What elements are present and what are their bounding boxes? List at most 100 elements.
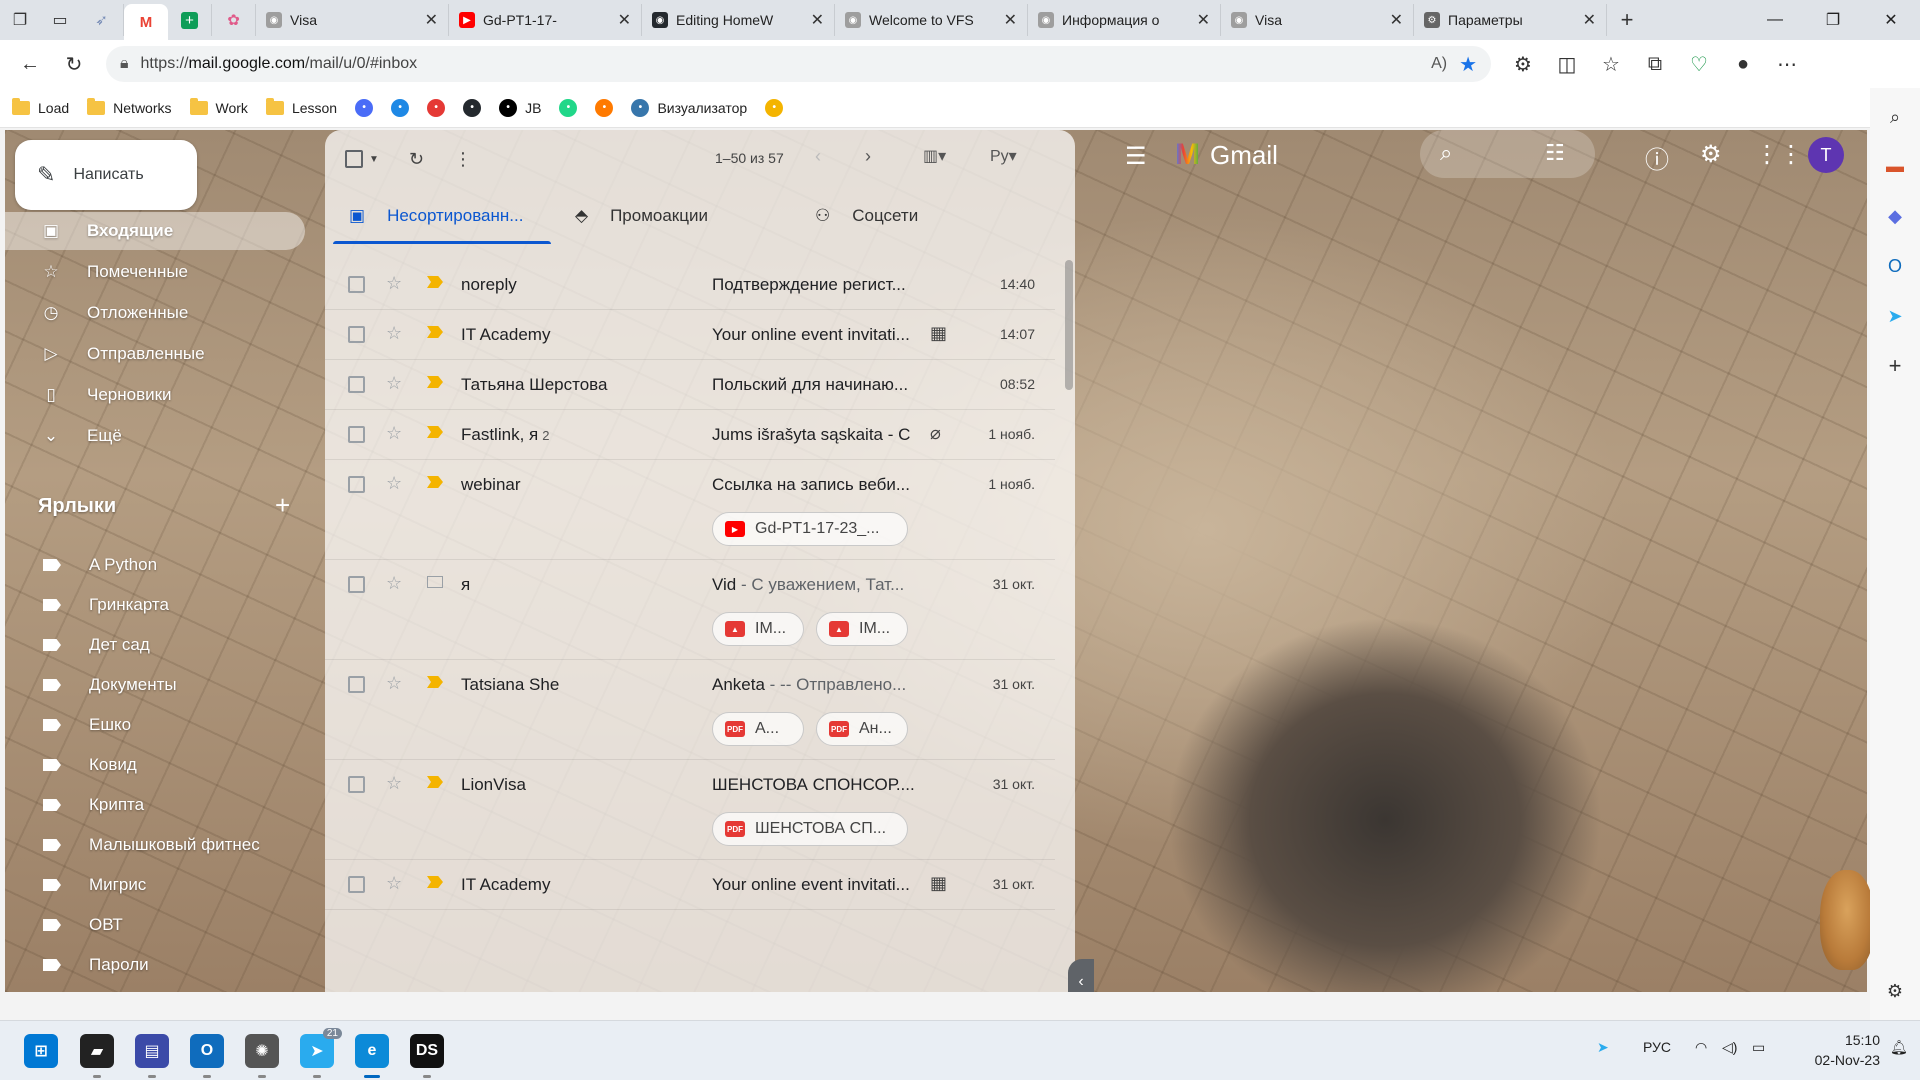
maximize-button[interactable]: ❐ — [1804, 0, 1862, 40]
email-row[interactable]: ☆ я Vid - С уважением, Тат... 31 окт. ▲ IM...… — [325, 560, 1055, 660]
browser-tab[interactable]: ◉ Visa ✕ — [1221, 4, 1414, 36]
category-tab[interactable]: ⚇ Соцсети — [791, 188, 991, 244]
email-row[interactable]: ☆ Tatsiana She Anketa - -- Отправлено... 31… — [325, 660, 1055, 760]
close-tab-icon[interactable]: ✕ — [1004, 10, 1017, 30]
copilot-icon[interactable]: ◆ — [1882, 203, 1908, 229]
star-icon[interactable]: ☆ — [386, 873, 402, 894]
pinned-tab-4[interactable]: ✿ — [212, 4, 256, 36]
row-checkbox[interactable] — [348, 476, 365, 493]
url-text[interactable]: https://mail.google.com/mail/u/0/#inbox — [141, 55, 1420, 73]
windows-start-icon[interactable]: ⊞ — [24, 1034, 58, 1068]
nav-item[interactable]: ⌄ Ещё — [5, 417, 305, 455]
back-button[interactable]: ← — [10, 44, 50, 84]
battery-icon[interactable]: ▭ — [1752, 1039, 1765, 1056]
split-pane-icon[interactable]: ▥▾ — [923, 146, 946, 166]
close-tab-icon[interactable]: ✕ — [1583, 10, 1596, 30]
importance-marker-icon[interactable] — [427, 476, 443, 488]
importance-marker-icon[interactable] — [427, 676, 443, 688]
nav-item[interactable]: ◷ Отложенные — [5, 294, 305, 332]
star-icon[interactable]: ☆ — [386, 473, 402, 494]
scrollbar[interactable] — [1065, 260, 1073, 390]
main-menu-icon[interactable]: ☰ — [1125, 142, 1147, 171]
more-menu-icon[interactable]: ⋯ — [1767, 44, 1807, 84]
wifi-icon[interactable]: ◠ — [1695, 1039, 1707, 1056]
label-item[interactable]: Гринкарта — [5, 587, 305, 623]
account-avatar[interactable]: T — [1808, 137, 1844, 173]
label-item[interactable]: Малышковый фитнес — [5, 827, 305, 863]
row-checkbox[interactable] — [348, 326, 365, 343]
label-item[interactable]: A Python — [5, 547, 305, 583]
bookmark-item[interactable]: • — [463, 98, 482, 117]
label-item[interactable]: Ковид — [5, 747, 305, 783]
minimize-button[interactable]: — — [1746, 0, 1804, 40]
bookmark-item[interactable]: • — [765, 98, 784, 117]
notification-bell-icon[interactable]: 🔔︎ — [1890, 1039, 1908, 1056]
profile-icon[interactable]: ● — [1723, 44, 1763, 84]
close-tab-icon[interactable]: ✕ — [811, 10, 824, 30]
bookmark-item[interactable]: • — [355, 98, 374, 117]
refresh-icon[interactable]: ↻ — [409, 149, 424, 170]
input-language-button[interactable]: Ру▾ — [990, 146, 1017, 166]
bookmark-item[interactable]: Work — [189, 97, 248, 116]
label-item[interactable]: Крипта — [5, 787, 305, 823]
split-screen-icon[interactable]: ◫ — [1547, 44, 1587, 84]
star-icon[interactable]: ☆ — [386, 273, 402, 294]
outlook-sidebar-icon[interactable]: O — [1882, 253, 1908, 279]
row-checkbox[interactable] — [348, 376, 365, 393]
search-options-icon[interactable]: ☷ — [1545, 140, 1565, 166]
star-icon[interactable]: ☆ — [386, 373, 402, 394]
close-tab-icon[interactable]: ✕ — [1197, 10, 1210, 30]
importance-marker-icon[interactable] — [427, 776, 443, 788]
bookmark-item[interactable]: • JB — [499, 98, 541, 117]
pinned-tab-gmail[interactable]: M — [124, 4, 168, 40]
extensions-icon[interactable]: ⚙ — [1503, 44, 1543, 84]
browser-tab[interactable]: ◉ Welcome to VFS ✕ — [835, 4, 1028, 36]
row-checkbox[interactable] — [348, 676, 365, 693]
pinned-tab-1[interactable]: ➶ — [80, 4, 124, 36]
label-item[interactable]: Ешко — [5, 707, 305, 743]
input-language-indicator[interactable]: РУС — [1643, 1039, 1671, 1055]
collapse-side-panel-button[interactable]: ‹ — [1068, 959, 1094, 992]
settings-gear-icon[interactable]: ⚙ — [1700, 140, 1722, 169]
importance-marker-icon[interactable] — [427, 326, 443, 338]
star-icon[interactable]: ☆ — [386, 673, 402, 694]
bookmark-item[interactable]: • — [391, 98, 410, 117]
add-label-icon[interactable]: + — [275, 490, 290, 521]
importance-marker-icon[interactable] — [427, 376, 443, 388]
close-window-button[interactable]: ✕ — [1862, 0, 1920, 40]
email-row[interactable]: ☆ webinar Ссылка на запись веби... 1 нояб. ▶… — [325, 460, 1055, 560]
attachment-chip[interactable]: PDF Ан... — [816, 712, 908, 746]
row-checkbox[interactable] — [348, 876, 365, 893]
attachment-chip[interactable]: ▶ Gd-PT1-17-23_... — [712, 512, 908, 546]
next-page-icon[interactable]: › — [865, 146, 871, 167]
attachment-chip[interactable]: ▲ IM... — [816, 612, 908, 646]
importance-marker-icon[interactable] — [427, 876, 443, 888]
gmail-logo[interactable]: M Gmail — [1175, 138, 1278, 172]
email-row[interactable]: ☆ IT Academy Your online event invitati...… — [325, 860, 1055, 910]
new-tab-button[interactable]: + — [1607, 0, 1647, 40]
search-icon[interactable]: ⌕ — [1440, 140, 1452, 166]
address-bar[interactable]: 🔒︎ https://mail.google.com/mail/u/0/#inb… — [106, 46, 1491, 82]
row-checkbox[interactable] — [348, 576, 365, 593]
help-icon[interactable]: ⓘ — [1645, 140, 1669, 175]
bookmark-item[interactable]: Lesson — [265, 97, 337, 116]
telegram-tray-icon[interactable]: ➤ — [1597, 1039, 1609, 1056]
compose-button[interactable]: ✎ Написать — [15, 140, 197, 210]
sidebar-settings-icon[interactable]: ⚙ — [1882, 978, 1908, 1004]
label-item[interactable]: ОВТ — [5, 907, 305, 943]
save-app-icon[interactable]: ▤ — [135, 1034, 169, 1068]
telegram-icon[interactable]: ➤ 21 — [300, 1028, 342, 1068]
sticky-notes-icon[interactable]: ▰ — [80, 1034, 114, 1068]
dataspell-icon[interactable]: DS — [410, 1034, 444, 1068]
email-row[interactable]: ☆ LionVisa ШЕНСТОВА СПОНСОР.... 31 окт. PDF Ш… — [325, 760, 1055, 860]
close-tab-icon[interactable]: ✕ — [1390, 10, 1403, 30]
close-tab-icon[interactable]: ✕ — [425, 10, 438, 30]
bookmark-item[interactable]: • — [595, 98, 614, 117]
outlook-icon[interactable]: O — [190, 1034, 224, 1068]
select-all-checkbox[interactable] — [345, 150, 363, 168]
category-tab[interactable]: ⬘ Промоакции — [551, 188, 791, 244]
favorites-icon[interactable]: ☆ — [1591, 44, 1631, 84]
pinned-tab-sheets[interactable]: + — [168, 4, 212, 36]
label-item[interactable]: Питание малыша — [5, 987, 305, 992]
volume-icon[interactable]: ◁) — [1722, 1039, 1737, 1056]
